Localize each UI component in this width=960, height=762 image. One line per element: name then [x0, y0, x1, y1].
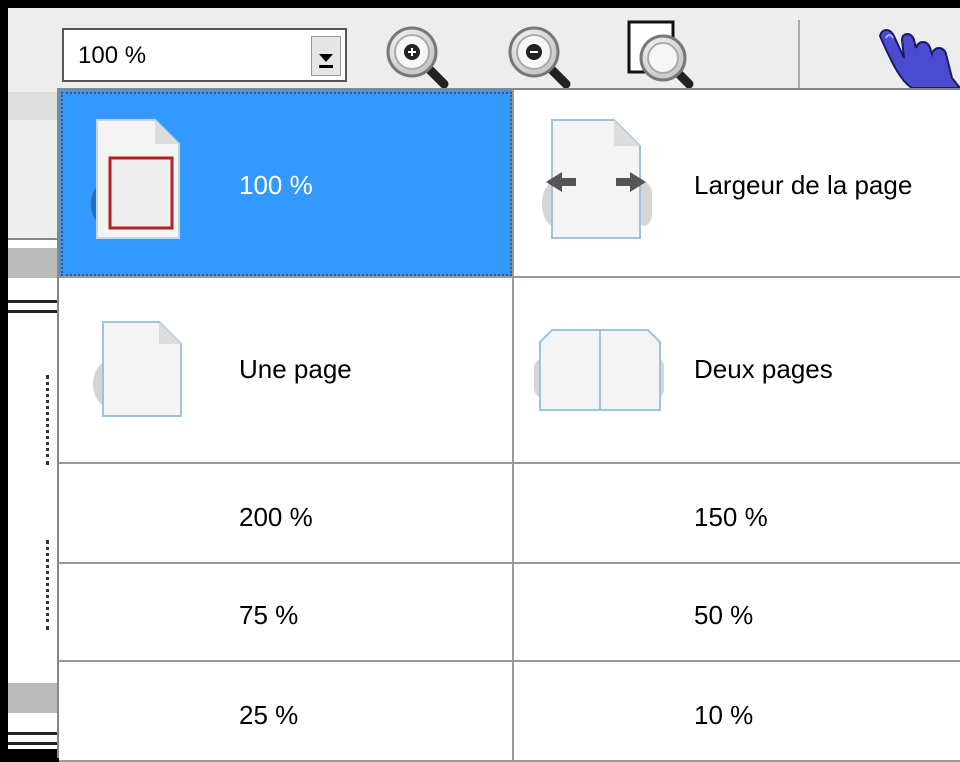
toolbar: 100 %: [0, 0, 960, 92]
document-dots: [46, 375, 57, 465]
zoom-option-label: 150 %: [694, 502, 768, 532]
two-pages-icon: [534, 329, 664, 411]
document-strip: [8, 683, 58, 713]
zoom-option-label: Largeur de la page: [694, 170, 913, 200]
zoom-option-150[interactable]: 150 %: [514, 464, 960, 564]
zoom-in-icon[interactable]: [380, 18, 450, 88]
document-rule: [8, 310, 58, 313]
zoom-out-icon[interactable]: [502, 18, 572, 88]
zoom-option-one-page[interactable]: Une page: [59, 278, 514, 464]
document-strip: [8, 92, 58, 120]
zoom-option-50[interactable]: 50 %: [514, 564, 960, 662]
zoom-dropdown-menu: 100 % Largeur de la page Une page Deux p…: [57, 88, 960, 762]
document-rule: [8, 732, 58, 735]
zoom-option-label: Deux pages: [694, 354, 833, 384]
document-strip: [8, 248, 58, 278]
chevron-down-icon[interactable]: [311, 36, 341, 76]
document-dots: [46, 540, 57, 630]
zoom-option-label: 10 %: [694, 700, 754, 730]
one-page-icon: [93, 321, 182, 417]
zoom-option-25[interactable]: 25 %: [59, 662, 514, 762]
zoom-option-label: 200 %: [239, 502, 313, 532]
zoom-option-page-width[interactable]: Largeur de la page: [514, 90, 960, 278]
document-rule: [8, 742, 58, 745]
zoom-option-label: 100 %: [239, 170, 313, 200]
zoom-option-label: 50 %: [694, 600, 754, 630]
zoom-option-two-pages[interactable]: Deux pages: [514, 278, 960, 464]
page-width-icon: [542, 119, 652, 239]
zoom-option-10[interactable]: 10 %: [514, 662, 960, 762]
page-actual-size-icon: [91, 119, 180, 239]
document-strip: [8, 120, 58, 240]
zoom-combo-value: 100 %: [78, 42, 147, 69]
zoom-option-100[interactable]: 100 %: [59, 90, 514, 278]
zoom-option-200[interactable]: 200 %: [59, 464, 514, 564]
zoom-option-label: 75 %: [239, 600, 299, 630]
hand-tool-icon[interactable]: [872, 18, 960, 88]
toolbar-divider: [798, 20, 800, 90]
window-left-edge: [0, 0, 8, 749]
zoom-option-label: Une page: [239, 354, 352, 384]
zoom-combo[interactable]: 100 %: [62, 28, 347, 82]
window-top-edge: [0, 0, 960, 8]
document-rule: [8, 300, 58, 303]
zoom-fit-icon[interactable]: [625, 18, 695, 88]
zoom-option-label: 25 %: [239, 700, 299, 730]
zoom-option-75[interactable]: 75 %: [59, 564, 514, 662]
